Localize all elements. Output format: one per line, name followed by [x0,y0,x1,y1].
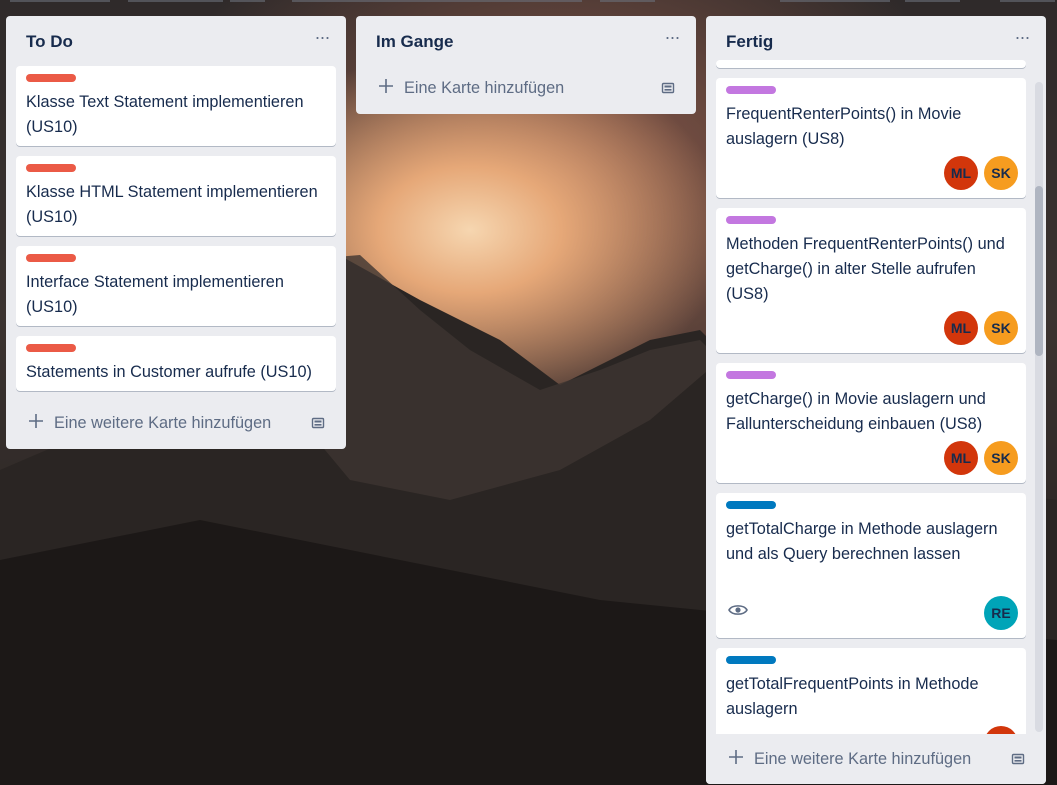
list-footer: Eine weitere Karte hinzufügen [706,734,1046,784]
plus-icon [29,414,43,428]
card-label-red[interactable] [26,254,76,262]
card-title: Methoden FrequentRenterPoints() und getC… [726,235,1005,303]
list-in-progress: Im Gange ··· Eine Karte hinzufügen [356,16,696,114]
card-title: Klasse HTML Statement implementieren (US… [26,183,318,226]
card-members: RE [984,596,1018,630]
avatar[interactable]: RE [984,596,1018,630]
avatar[interactable]: ML [944,156,978,190]
card-template-icon[interactable] [1010,751,1026,767]
list-menu-ellipsis-icon[interactable]: ··· [312,28,332,46]
list-menu-ellipsis-icon[interactable]: ··· [1012,28,1032,46]
card[interactable]: Klasse Text Statement implementieren (US… [16,66,336,146]
add-card-button[interactable]: Eine Karte hinzufügen [366,71,686,105]
card-template-icon[interactable] [310,415,326,431]
card[interactable]: getCharge() in Movie auslagern und Fallu… [716,363,1026,483]
card[interactable]: getTotalCharge in Methode auslagern und … [716,493,1026,638]
card-members: ML SK [944,441,1018,475]
card-label-blue[interactable] [726,656,776,664]
card-title: Interface Statement implementieren (US10… [26,273,284,316]
card-label-purple[interactable] [726,371,776,379]
top-strip [0,0,1057,3]
avatar[interactable]: SK [984,311,1018,345]
card-label-red[interactable] [26,74,76,82]
list-menu-ellipsis-icon[interactable]: ··· [662,28,682,46]
eye-icon [728,605,748,615]
card[interactable] [716,60,1026,68]
plus-icon [729,750,743,764]
card[interactable]: Statements in Customer aufrufe (US10) [16,336,336,391]
card-title: getTotalCharge in Methode auslagern und … [726,520,998,563]
list-title[interactable]: To Do [26,32,73,52]
card[interactable]: Klasse HTML Statement implementieren (US… [16,156,336,236]
list-header: Im Gange ··· [356,16,696,66]
card-members: ML SK [944,311,1018,345]
add-card-label: Eine Karte hinzufügen [404,79,565,97]
card-template-icon[interactable] [660,80,676,96]
list-title[interactable]: Fertig [726,32,773,52]
card-label-red[interactable] [26,164,76,172]
list-done: Fertig ··· FrequentRenterPoints() in Mov… [706,16,1046,784]
list-title[interactable]: Im Gange [376,32,453,52]
card-members: ML SK [944,156,1018,190]
card-label-purple[interactable] [726,86,776,94]
card-title: getCharge() in Movie auslagern und Fallu… [726,390,986,433]
add-card-label: Eine weitere Karte hinzufügen [754,750,972,768]
add-card-button[interactable]: Eine weitere Karte hinzufügen [716,742,1036,776]
card[interactable]: Methoden FrequentRenterPoints() und getC… [716,208,1026,353]
card-label-purple[interactable] [726,216,776,224]
list-header: To Do ··· [6,16,346,66]
add-card-label: Eine weitere Karte hinzufügen [54,414,272,432]
list-header: Fertig ··· [706,16,1046,66]
card[interactable]: Interface Statement implementieren (US10… [16,246,336,326]
add-card-button[interactable]: Eine weitere Karte hinzufügen [16,406,336,440]
avatar[interactable]: SK [984,156,1018,190]
avatar[interactable]: ML [944,311,978,345]
plus-icon [379,79,393,93]
card[interactable]: FrequentRenterPoints() in Movie auslager… [716,78,1026,198]
scrollbar-thumb[interactable] [1035,186,1043,356]
card-title: Statements in Customer aufrufe (US10) [26,363,312,381]
avatar[interactable]: SK [984,441,1018,475]
card-title: getTotalFrequentPoints in Methode auslag… [726,675,979,718]
card-title: FrequentRenterPoints() in Movie auslager… [726,105,962,148]
card-label-red[interactable] [26,344,76,352]
list-todo: To Do ··· Klasse Text Statement implemen… [6,16,346,449]
avatar[interactable]: ML [944,441,978,475]
list-scrollbar[interactable] [1035,82,1043,732]
card-title: Klasse Text Statement implementieren (US… [26,93,304,136]
card-label-blue[interactable] [726,501,776,509]
